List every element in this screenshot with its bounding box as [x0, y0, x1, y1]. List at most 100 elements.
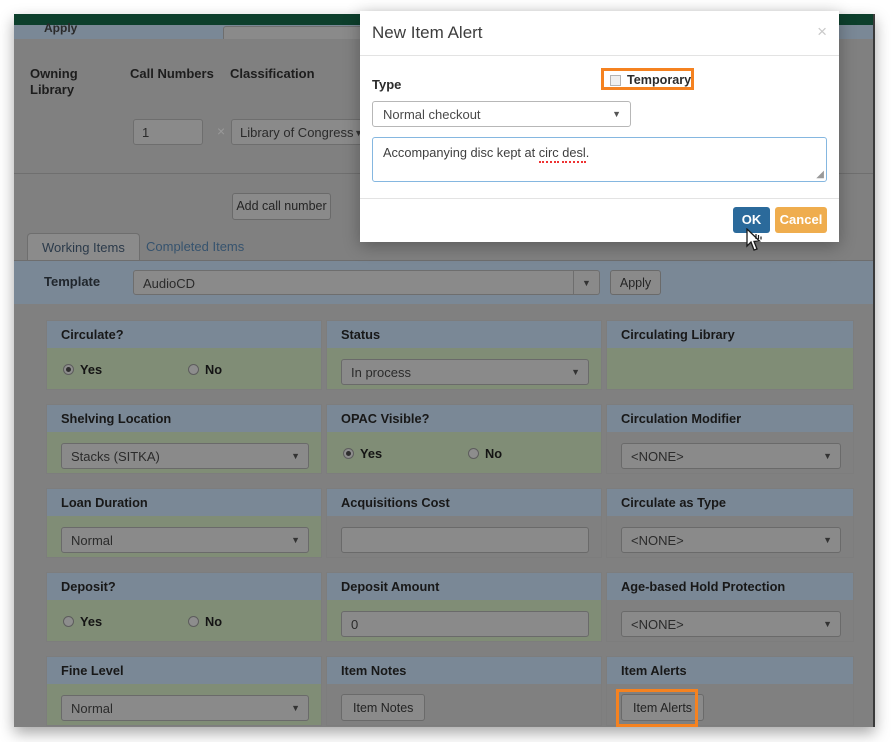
- panel-body-deposit-amount: 0: [327, 600, 601, 641]
- alert-note-textarea[interactable]: Accompanying disc kept at circ desl. ◢: [372, 137, 827, 182]
- note-text-misspelled-1: circ: [538, 145, 559, 163]
- chevron-down-icon: ▼: [571, 367, 580, 377]
- panel-circulation-modifier: Circulation Modifier <NONE> ▼: [606, 404, 854, 474]
- panel-title-shelving-location: Shelving Location: [47, 405, 321, 432]
- chevron-down-icon: ▼: [291, 451, 300, 461]
- status-select[interactable]: In process ▼: [341, 359, 589, 385]
- radio-opac-visible-yes-label: Yes: [360, 446, 383, 461]
- radio-group-opac-visible: Yes No: [327, 432, 601, 473]
- note-text-misspelled-2: desl: [562, 145, 586, 163]
- radio-dot-icon: [188, 364, 199, 375]
- radio-deposit-yes[interactable]: Yes: [63, 614, 102, 629]
- panel-circulate: Circulate? Yes No: [46, 320, 322, 390]
- chevron-down-icon: ▼: [823, 619, 832, 629]
- panel-body-circulate-as-type: <NONE> ▼: [607, 516, 853, 557]
- cut-off-apply-label: Apply: [44, 21, 78, 35]
- radio-circulate-no-label: No: [205, 362, 223, 377]
- note-text-suffix: .: [585, 145, 590, 160]
- loan-duration-select[interactable]: Normal ▼: [61, 527, 309, 553]
- chevron-down-icon: ▼: [291, 703, 300, 713]
- template-input[interactable]: AudioCD: [133, 270, 574, 295]
- radio-dot-icon: [63, 364, 74, 375]
- classification-select[interactable]: Library of Congress ▼: [231, 119, 371, 145]
- panel-body-circulation-modifier: <NONE> ▼: [607, 432, 853, 473]
- classification-select-value: Library of Congress: [240, 125, 354, 140]
- dialog-body: Type Temporary Normal checkout ▼ Accompa…: [360, 56, 839, 198]
- shelving-location-select-value: Stacks (SITKA): [71, 449, 160, 464]
- radio-deposit-no[interactable]: No: [188, 614, 222, 629]
- circulation-modifier-select-value: <NONE>: [631, 449, 684, 464]
- resize-grip-icon[interactable]: ◢: [816, 169, 824, 180]
- circulate-as-type-select[interactable]: <NONE> ▼: [621, 527, 841, 553]
- deposit-amount-input[interactable]: 0: [341, 611, 589, 637]
- radio-deposit-yes-label: Yes: [80, 614, 103, 629]
- shelving-location-select[interactable]: Stacks (SITKA) ▼: [61, 443, 309, 469]
- chevron-down-icon: ▼: [612, 109, 621, 119]
- tab-completed-items[interactable]: Completed Items: [132, 233, 258, 261]
- note-text-prefix: Accompanying disc kept at: [383, 145, 539, 160]
- panel-title-circulating-library: Circulating Library: [607, 321, 853, 348]
- panel-status: Status In process ▼: [326, 320, 602, 390]
- radio-dot-icon: [63, 616, 74, 627]
- panel-title-deposit: Deposit?: [47, 573, 321, 600]
- panel-item-alerts: Item Alerts Item Alerts: [606, 656, 854, 727]
- panel-title-item-alerts: Item Alerts: [607, 657, 853, 684]
- type-label: Type: [372, 77, 402, 92]
- panel-circulate-as-type: Circulate as Type <NONE> ▼: [606, 488, 854, 558]
- panel-title-fine-level: Fine Level: [47, 657, 321, 684]
- alert-note-text: Accompanying disc kept at circ desl.: [383, 145, 590, 163]
- radio-group-circulate: Yes No: [47, 348, 321, 389]
- alert-type-select[interactable]: Normal checkout ▼: [372, 101, 631, 127]
- item-notes-button[interactable]: Item Notes: [341, 694, 426, 721]
- close-icon[interactable]: ×: [817, 22, 827, 42]
- fine-level-select[interactable]: Normal ▼: [61, 695, 309, 721]
- radio-deposit-no-label: No: [205, 614, 223, 629]
- temporary-checkbox[interactable]: [610, 75, 621, 86]
- circulation-modifier-select[interactable]: <NONE> ▼: [621, 443, 841, 469]
- panel-body-acquisitions-cost: [327, 516, 601, 557]
- template-dropdown-button[interactable]: ▼: [574, 270, 600, 295]
- acquisitions-cost-input[interactable]: [341, 527, 589, 553]
- panel-body-circulate: Yes No: [47, 348, 321, 389]
- panel-deposit: Deposit? Yes No: [46, 572, 322, 642]
- item-attributes-grid: Circulate? Yes No Status In process ▼ Ci…: [14, 304, 873, 727]
- template-apply-button[interactable]: Apply: [610, 270, 661, 295]
- temporary-highlight: Temporary: [601, 68, 694, 90]
- cancel-button[interactable]: Cancel: [775, 207, 827, 233]
- panel-title-acquisitions-cost: Acquisitions Cost: [327, 489, 601, 516]
- tab-working-items[interactable]: Working Items: [27, 233, 140, 261]
- radio-circulate-no[interactable]: No: [188, 362, 222, 377]
- age-based-hold-protection-select-value: <NONE>: [631, 617, 684, 632]
- panel-body-age-based-hold-protection: <NONE> ▼: [607, 600, 853, 641]
- panel-loan-duration: Loan Duration Normal ▼: [46, 488, 322, 558]
- panel-circulating-library: Circulating Library: [606, 320, 854, 390]
- radio-dot-icon: [188, 616, 199, 627]
- panel-body-shelving-location: Stacks (SITKA) ▼: [47, 432, 321, 473]
- panel-title-circulate-as-type: Circulate as Type: [607, 489, 853, 516]
- new-item-alert-dialog: New Item Alert × Type Temporary Normal c…: [360, 11, 839, 242]
- age-based-hold-protection-select[interactable]: <NONE> ▼: [621, 611, 841, 637]
- radio-dot-icon: [343, 448, 354, 459]
- radio-circulate-yes[interactable]: Yes: [63, 362, 102, 377]
- panel-title-item-notes: Item Notes: [327, 657, 601, 684]
- temporary-label: Temporary: [627, 73, 692, 87]
- panel-shelving-location: Shelving Location Stacks (SITKA) ▼: [46, 404, 322, 474]
- call-number-quantity-input[interactable]: 1: [133, 119, 203, 145]
- ok-button[interactable]: OK: [733, 207, 770, 233]
- panel-body-deposit: Yes No: [47, 600, 321, 641]
- radio-dot-icon: [468, 448, 479, 459]
- panel-opac-visible: OPAC Visible? Yes No: [326, 404, 602, 474]
- alert-type-select-value: Normal checkout: [383, 107, 481, 122]
- radio-opac-visible-yes[interactable]: Yes: [343, 446, 382, 461]
- radio-opac-visible-no[interactable]: No: [468, 446, 502, 461]
- add-call-number-button[interactable]: Add call number: [232, 193, 331, 220]
- panel-title-loan-duration: Loan Duration: [47, 489, 321, 516]
- panel-body-status: In process ▼: [327, 348, 601, 389]
- loan-duration-select-value: Normal: [71, 533, 113, 548]
- panel-deposit-amount: Deposit Amount 0: [326, 572, 602, 642]
- chevron-down-icon: ▼: [823, 451, 832, 461]
- column-header-owning-library: Owning Library: [30, 66, 78, 97]
- panel-acquisitions-cost: Acquisitions Cost: [326, 488, 602, 558]
- dialog-header: New Item Alert ×: [360, 11, 839, 56]
- panel-title-status: Status: [327, 321, 601, 348]
